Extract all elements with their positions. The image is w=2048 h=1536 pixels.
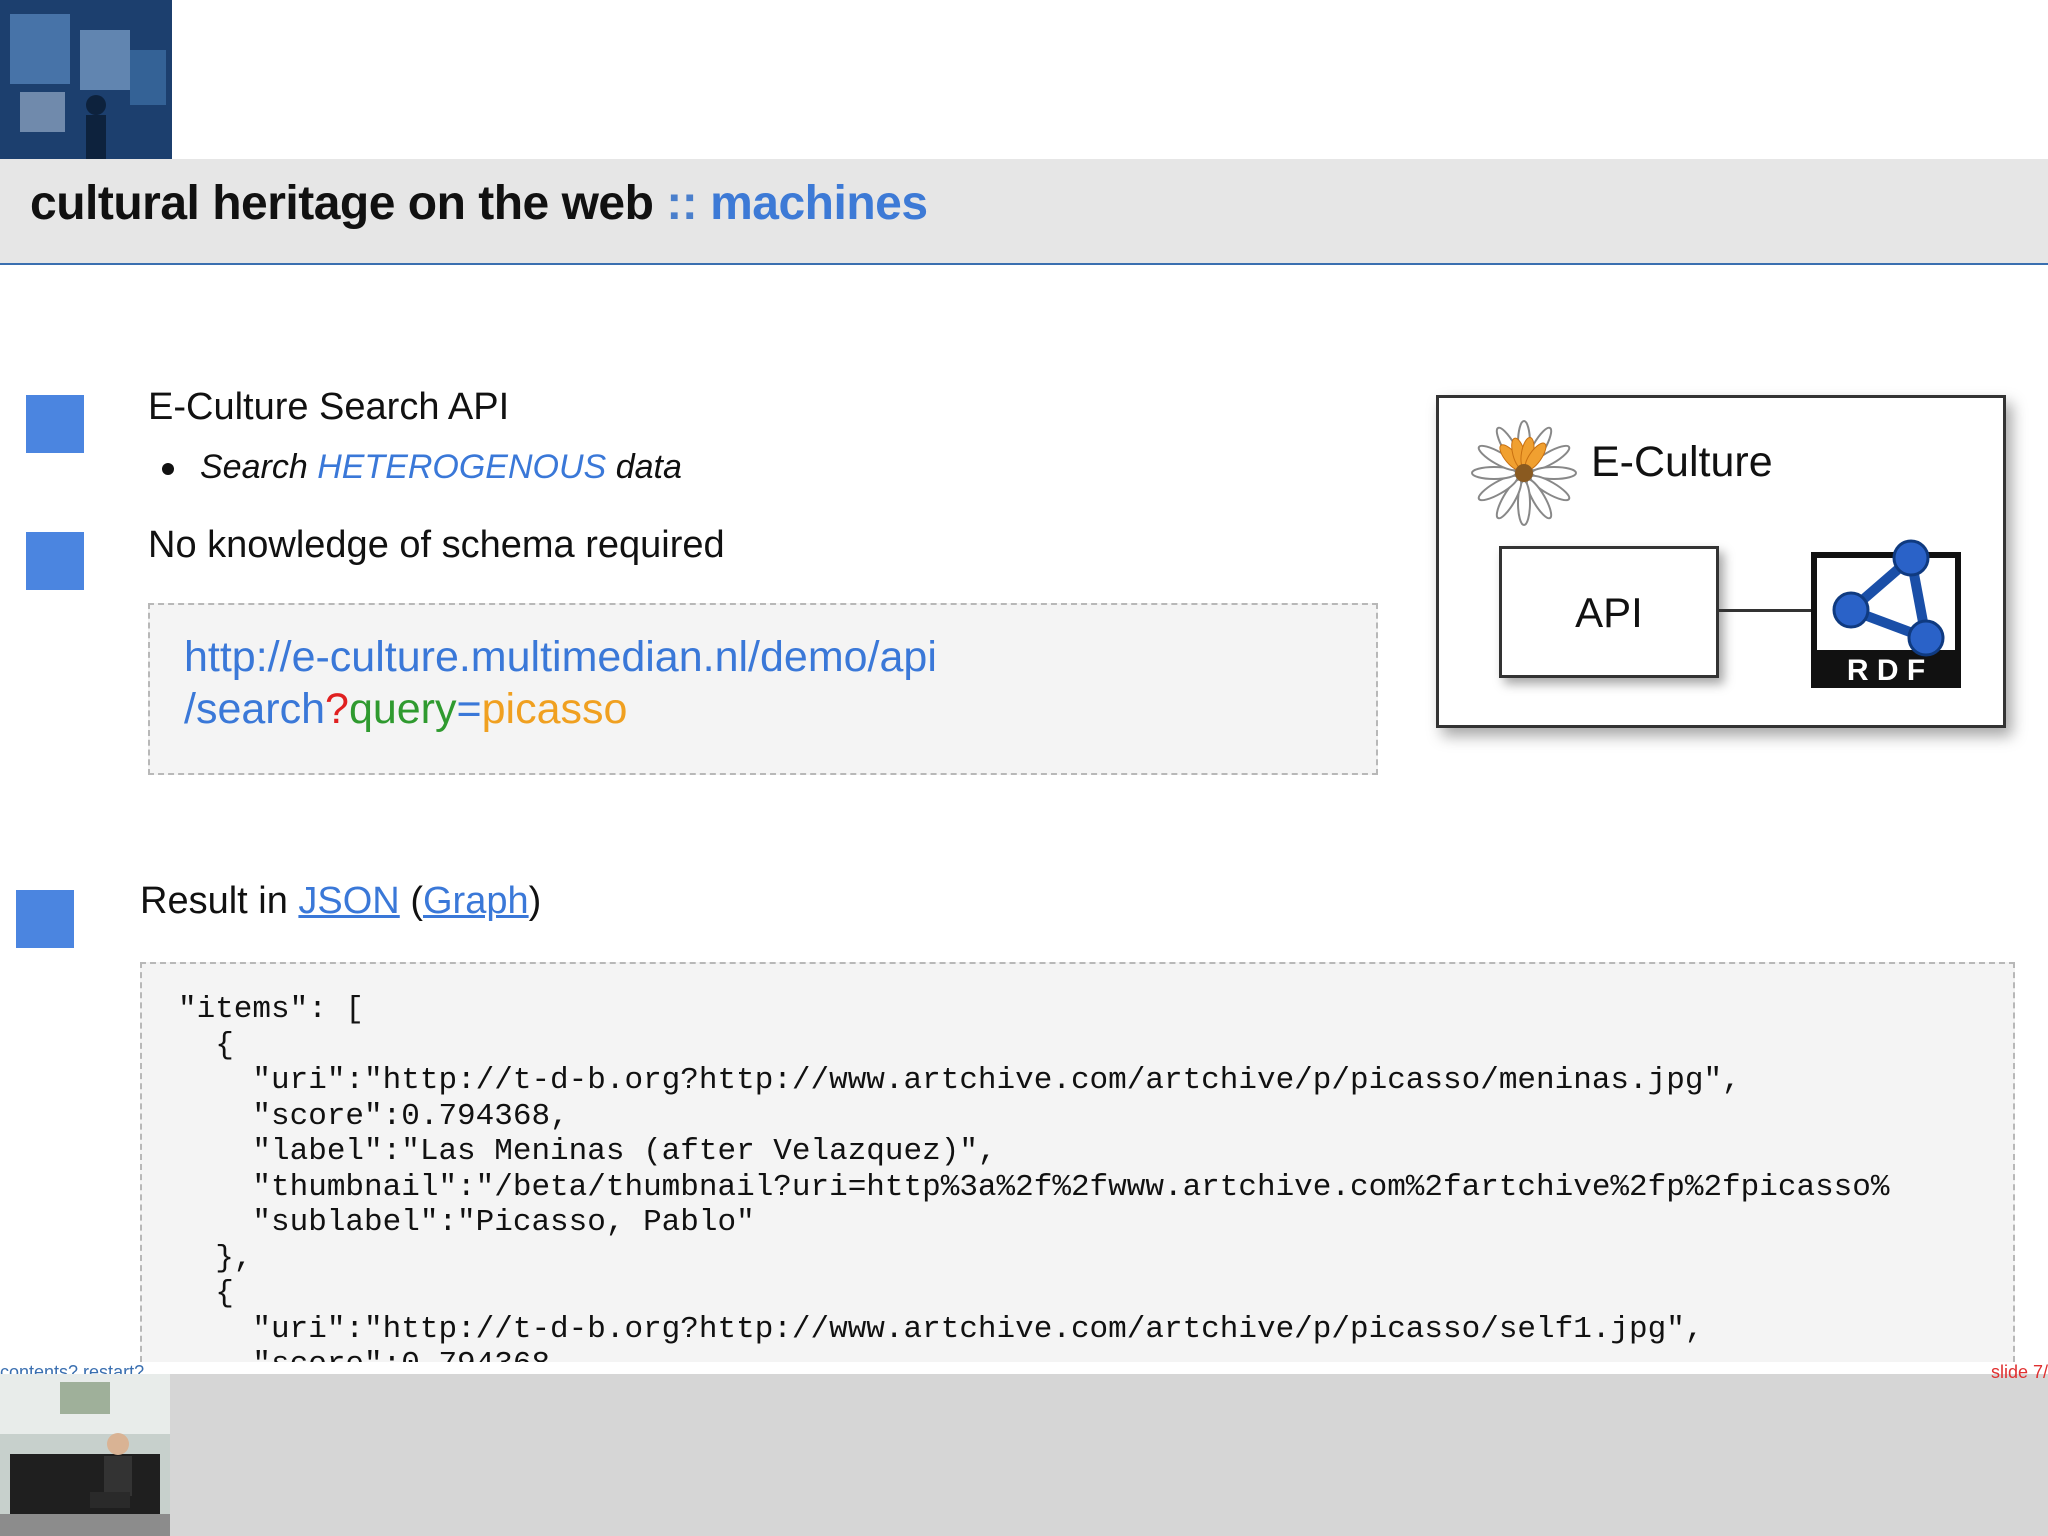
api-label: API [1575,589,1643,636]
bullet-square-icon [26,395,84,453]
bullet-square-icon [26,532,84,590]
open-paren: ( [410,880,423,922]
title-separator: :: [666,177,698,230]
json-link[interactable]: JSON [298,880,399,922]
presenter-video-thumbnail [0,1374,170,1536]
presenter-thumbnail-top [0,0,172,159]
url-value: picasso [481,685,628,733]
url-line-1: http://e-culture.multimedian.nl/demo/api [184,633,937,681]
api-box: API [1499,546,1719,678]
sub-bullet-pre: Search [200,448,308,486]
page-title: cultural heritage on the web :: machines [30,176,928,231]
architecture-diagram: E-Culture API R D F [1436,395,2006,728]
bullet-text-schema: No knowledge of schema required [148,524,725,566]
close-paren: ) [528,880,542,922]
url-example-box: http://e-culture.multimedian.nl/demo/api… [148,603,1378,775]
sub-bullet-search: Search HETEROGENOUS data [162,448,682,487]
slide-counter: slide 7/ [1990,1362,2048,1382]
sub-bullet-post: data [615,448,682,486]
bullet-text-api: E-Culture Search API [148,386,510,428]
rdf-text: R D F [1847,654,1925,687]
title-section: machines [710,177,928,230]
graph-link[interactable]: Graph [423,880,529,922]
json-code-box: "items": [ { "uri":"http://t-d-b.org?htt… [140,962,2015,1362]
url-path: /search [184,685,326,733]
result-line: Result in JSON (Graph) [140,880,541,923]
rdf-logo-icon: R D F [1811,538,1961,688]
title-main: cultural heritage on the web [30,177,654,230]
connector-line [1719,609,1811,612]
bullet-square-icon [16,890,74,948]
e-culture-brand-label: E-Culture [1591,438,1773,486]
url-param: query [348,685,457,733]
url-question-mark: ? [325,685,349,733]
json-code: "items": [ { "uri":"http://t-d-b.org?htt… [178,992,1890,1362]
url-equals: = [456,685,482,733]
url-line-2: /search?query=picasso [184,685,627,734]
sub-bullet-highlight: HETEROGENOUS [317,448,607,486]
flower-logo-icon [1469,418,1579,528]
footer-bar [0,1374,2048,1536]
result-label: Result in [140,880,288,922]
sub-bullet-dot [162,463,174,476]
